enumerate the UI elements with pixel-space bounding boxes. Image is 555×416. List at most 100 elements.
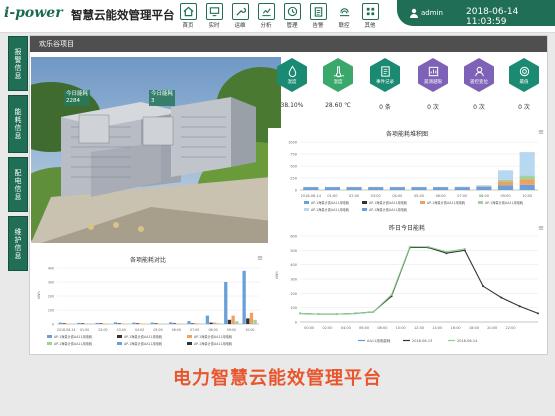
legend-swatch [117, 342, 122, 345]
x-tick-label: 10:00 [522, 194, 532, 198]
y-axis-title: kWh [37, 291, 41, 299]
top-header: i-power 智慧云能效管理平台 首页 实时 运维 分析 管理 告警 联控 其… [0, 0, 555, 33]
side-tab-label: 维护信息 [14, 227, 22, 260]
nav-label: 实时 [208, 23, 220, 29]
side-tab-maintenance[interactable]: 维护信息 [8, 216, 28, 271]
monitor-icon [205, 3, 223, 20]
hex-badge: 遥控变位 [464, 58, 494, 92]
y-tick-label: 250 [290, 177, 297, 181]
stacked-bar-segment [324, 187, 341, 190]
thermometer-icon [333, 66, 344, 78]
metric-events[interactable]: 事件记录 0 条 [367, 58, 403, 111]
x-tick-label: 01:00 [327, 194, 337, 198]
x-tick-label: 02:00 [349, 194, 359, 198]
target-icon [519, 66, 529, 77]
x-tick-label: 01:00 [80, 328, 89, 332]
side-tab-alarm[interactable]: 报警信息 [8, 36, 28, 91]
gauge-icon [428, 66, 438, 77]
energy-tag-1[interactable]: 今日能耗 2284 [64, 90, 91, 106]
line-svg: 0 100 200 300 400 500 600 kWh 00:00 02:00 04:00 06:… [275, 235, 539, 343]
nav-label: 运维 [234, 23, 246, 29]
y-tick-label: 400 [290, 263, 297, 267]
stacked-bar-segment [497, 170, 514, 180]
app-logo[interactable]: i-power [4, 5, 63, 21]
metric-extreme[interactable]: 最值 0 次 [506, 58, 542, 111]
metric-name: 湿度 [287, 80, 297, 85]
line-point [408, 245, 411, 248]
legend-label: AA11用电能耗 [367, 338, 391, 343]
x-tick-label: 10:00 [396, 326, 406, 330]
username[interactable]: admin [421, 9, 443, 17]
nav-label: 联控 [338, 23, 350, 29]
menu-icon[interactable]: ≡ [257, 254, 263, 262]
y-tick-label: 300 [290, 278, 297, 282]
energy-tag-value: 2284 [66, 98, 80, 104]
user-icon[interactable] [409, 8, 419, 18]
switch-icon [474, 66, 484, 77]
metric-value: 28.60 ℃ [325, 102, 351, 109]
x-tick-label: 04:00 [341, 326, 351, 330]
nav-realtime[interactable]: 实时 [203, 3, 225, 29]
energy-tag-2[interactable]: 今日能耗 3 [149, 90, 176, 106]
stacked-bar-segment [411, 187, 427, 190]
metric-name: 遥控变位 [470, 80, 488, 85]
side-tab-distribution[interactable]: 配电信息 [8, 157, 28, 212]
stacked-bar-segment [519, 175, 535, 180]
x-tick-label: 09:00 [227, 328, 236, 332]
nav-other[interactable]: 其他 [359, 3, 381, 29]
datetime: 2018-06-14 11:03:59 [466, 7, 519, 27]
legend-swatch [362, 201, 367, 204]
grouped-bar [154, 323, 158, 324]
metric-humidity[interactable]: 湿度 38.10% [274, 58, 310, 109]
breadcrumb[interactable]: 欢乐谷项目 [39, 39, 74, 49]
campus-3d-view[interactable]: 今日能耗 2284 今日能耗 3 [31, 57, 281, 243]
nav-alarm[interactable]: 告警 [307, 3, 329, 29]
legend-swatch [478, 201, 483, 204]
stacked-bar-segment [346, 187, 362, 190]
metric-overlimit[interactable]: 遥测越限 0 次 [415, 58, 451, 111]
chart-icon [257, 3, 275, 20]
line-series [299, 246, 465, 315]
line-point [445, 250, 448, 253]
nav-label: 分析 [260, 23, 272, 29]
nav-analysis[interactable]: 分析 [255, 3, 277, 29]
grid-icon [361, 3, 379, 20]
stacked-bar-segment [476, 185, 492, 187]
stacked-bar-segment [497, 179, 514, 182]
grouped-bar [150, 322, 154, 324]
nav-maintenance[interactable]: 运维 [229, 3, 251, 29]
grouped-bar [213, 322, 217, 324]
metric-remote-switch[interactable]: 遥控变位 0 次 [461, 58, 497, 111]
x-tick-label: 18:00 [469, 326, 479, 330]
y-tick-label: 200 [48, 295, 54, 299]
x-tick-label: 00:00 [304, 326, 314, 330]
legend-label: AP-1海量计费AA11用电耗 [54, 334, 93, 339]
side-tab-energy[interactable]: 能耗信息 [8, 95, 28, 153]
droplet-icon [288, 65, 296, 78]
grouped-bar [132, 322, 136, 324]
grouped-bar [191, 323, 195, 324]
menu-icon[interactable]: ≡ [538, 224, 544, 232]
y-tick-label: 750 [290, 153, 297, 157]
main-panel: 欢乐谷项目 今日能耗 2284 今日能耗 3 湿度 38.10% 温度 28.6… [29, 35, 548, 355]
line-point [317, 313, 320, 316]
breadcrumb-bar: 欢乐谷项目 [30, 36, 547, 52]
nav-manage[interactable]: 管理 [281, 3, 303, 29]
legend-label: AP-1海量计费AA11用电耗 [369, 207, 408, 212]
stacked-bar-svg: 0 250 500 750 1000 2018-06-14 01:00 02:00 03:00 0… [288, 141, 538, 212]
x-tick-label: 2018-06-14 [57, 328, 76, 332]
x-tick-label: 02:00 [98, 328, 107, 332]
side-tab-label: 报警信息 [14, 47, 22, 80]
y-tick-label: 100 [48, 309, 54, 313]
grouped-bar [227, 319, 232, 324]
x-tick-label: 06:00 [359, 326, 369, 330]
metric-temperature[interactable]: 温度 28.60 ℃ [320, 58, 356, 109]
y-tick-label: 1000 [288, 141, 297, 145]
x-tick-label: 07:00 [457, 194, 467, 198]
nav-home[interactable]: 首页 [177, 3, 199, 29]
x-tick-label: 10:00 [245, 328, 254, 332]
y-tick-label: 200 [290, 292, 297, 296]
grouped-bar [172, 323, 176, 324]
menu-icon[interactable]: ≡ [538, 128, 544, 136]
nav-linkage[interactable]: 联控 [333, 3, 355, 29]
